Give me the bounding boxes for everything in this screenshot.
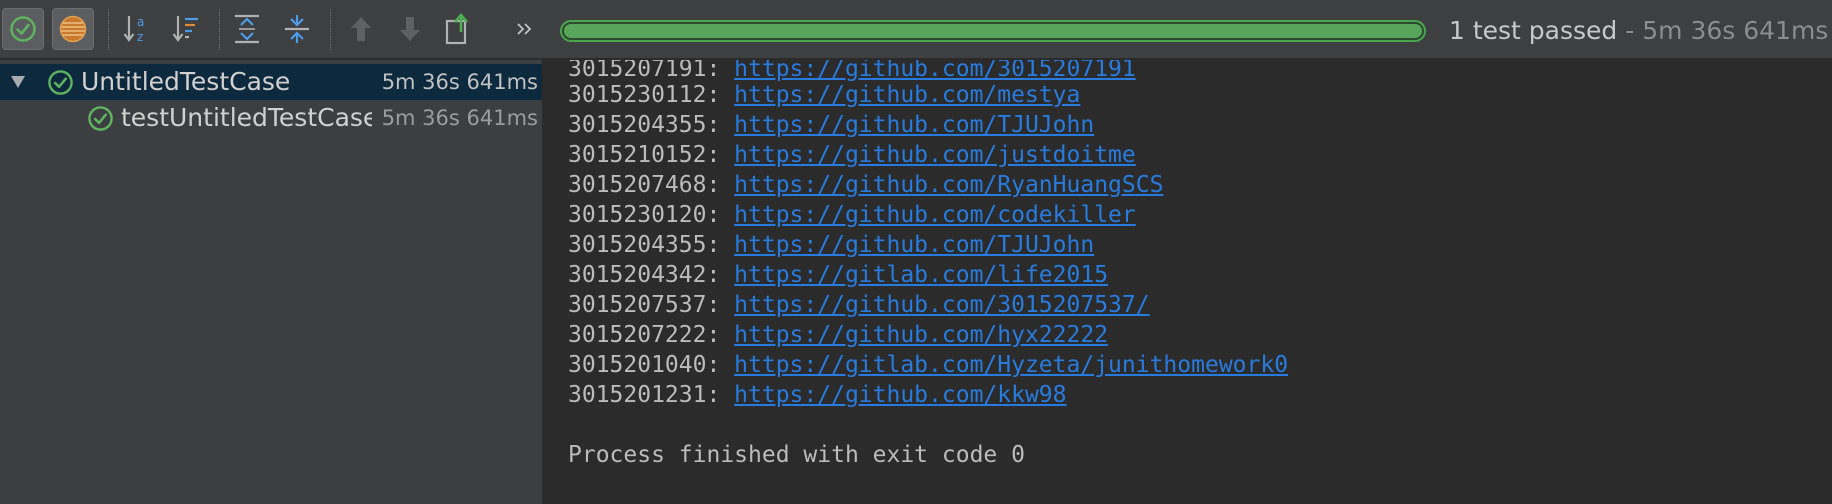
console-line: 3015207468: https://github.com/RyanHuang…	[568, 170, 1163, 200]
tree-node-testuntitledtestcase[interactable]: testUntitledTestCase 5m 36s 641ms	[0, 100, 542, 136]
test-tree-panel: UntitledTestCase 5m 36s 641ms testUntitl…	[0, 60, 542, 504]
student-id: 3015230112:	[568, 82, 735, 108]
repo-link[interactable]: https://github.com/3015207191	[734, 60, 1136, 82]
ignored-icon	[59, 15, 87, 43]
console-line: 3015201040: https://gitlab.com/Hyzeta/ju…	[568, 350, 1288, 380]
tree-node-label: testUntitledTestCase	[121, 103, 372, 132]
test-progress-fill	[564, 24, 1422, 38]
sort-az-icon: a z	[123, 15, 144, 44]
process-finished-line: Process finished with exit code 0	[568, 442, 1025, 468]
expand-all-icon	[235, 14, 259, 44]
expand-arrow-icon[interactable]	[9, 73, 27, 91]
toolbar-separator	[219, 9, 220, 50]
student-id: 3015201231:	[568, 382, 735, 408]
console-line: 3015201231: https://github.com/kkw98	[568, 380, 1067, 410]
status-passed-text: 1 test passed	[1449, 16, 1618, 45]
status-separator: -	[1617, 16, 1643, 45]
repo-link[interactable]: https://gitlab.com/life2015	[734, 262, 1108, 288]
console-line: 3015207537: https://github.com/301520753…	[568, 290, 1150, 320]
tree-node-untitledtestcase[interactable]: UntitledTestCase 5m 36s 641ms	[0, 64, 542, 100]
student-id: 3015207537:	[568, 292, 735, 318]
double-chevron-icon	[517, 23, 532, 35]
collapse-all-button[interactable]	[276, 8, 318, 50]
tree-node-duration: 5m 36s 641ms	[381, 106, 538, 130]
collapse-all-icon	[285, 15, 309, 43]
repo-link[interactable]: https://github.com/hyx22222	[734, 322, 1108, 348]
test-runner-toolbar: a z 1 test passed - 5m 36s 641ms	[0, 0, 1832, 59]
student-id: 3015230120:	[568, 202, 735, 228]
show-passed-button[interactable]	[2, 8, 44, 50]
sort-alphabetically-button[interactable]: a z	[116, 8, 158, 50]
console-output[interactable]: 3015207191: https://github.com/301520719…	[544, 60, 1832, 504]
sort-duration-icon	[172, 16, 198, 42]
console-line: 3015230112: https://github.com/mestya	[568, 80, 1080, 110]
repo-link[interactable]: https://github.com/mestya	[734, 82, 1080, 108]
console-line: 3015207222: https://github.com/hyx22222	[568, 320, 1108, 350]
student-id: 3015207468:	[568, 172, 735, 198]
repo-link[interactable]: https://gitlab.com/Hyzeta/junithomework0	[734, 352, 1288, 378]
passed-check-icon	[10, 16, 36, 42]
repo-link[interactable]: https://github.com/justdoitme	[734, 142, 1136, 168]
sort-by-duration-button[interactable]	[165, 8, 207, 50]
repo-link[interactable]: https://github.com/3015207537/	[734, 292, 1149, 318]
repo-link[interactable]: https://github.com/TJUJohn	[734, 232, 1094, 258]
repo-link[interactable]: https://github.com/RyanHuangSCS	[734, 172, 1163, 198]
repo-link[interactable]: https://github.com/TJUJohn	[734, 112, 1094, 138]
status-total-time: 5m 36s 641ms	[1642, 16, 1829, 45]
tree-node-label: UntitledTestCase	[81, 67, 291, 96]
student-id: 3015204355:	[568, 232, 735, 258]
student-id: 3015207222:	[568, 322, 735, 348]
test-progress-bar	[560, 20, 1426, 42]
previous-failed-button[interactable]	[340, 8, 382, 50]
next-failed-button[interactable]	[389, 8, 431, 50]
console-line: 3015204355: https://github.com/TJUJohn	[568, 230, 1094, 260]
arrow-down-icon	[400, 17, 420, 41]
passed-check-icon	[88, 106, 113, 131]
student-id: 3015204355:	[568, 112, 735, 138]
export-results-button[interactable]	[438, 8, 480, 50]
console-line: 3015204342: https://gitlab.com/life2015	[568, 260, 1108, 290]
student-id: 3015210152:	[568, 142, 735, 168]
export-icon	[445, 13, 468, 45]
console-line: 3015210152: https://github.com/justdoitm…	[568, 140, 1136, 170]
passed-check-icon	[48, 70, 73, 95]
repo-link[interactable]: https://github.com/codekiller	[734, 202, 1136, 228]
tree-node-duration: 5m 36s 641ms	[381, 70, 538, 94]
student-id: 3015204342:	[568, 262, 735, 288]
svg-text:a: a	[137, 15, 144, 29]
test-status: 1 test passed - 5m 36s 641ms	[1449, 14, 1828, 48]
expand-all-button[interactable]	[226, 8, 268, 50]
more-actions-button[interactable]	[503, 8, 545, 50]
svg-text:z: z	[137, 30, 143, 44]
student-id: 3015201040:	[568, 352, 735, 378]
toolbar-separator	[330, 9, 331, 50]
toolbar-separator	[108, 9, 109, 50]
console-line: 3015230120: https://github.com/codekille…	[568, 200, 1136, 230]
show-ignored-button[interactable]	[52, 8, 94, 50]
student-id: 3015207191:	[568, 60, 735, 82]
console-line: 3015204355: https://github.com/TJUJohn	[568, 110, 1094, 140]
arrow-up-icon	[351, 17, 371, 41]
repo-link[interactable]: https://github.com/kkw98	[734, 382, 1066, 408]
